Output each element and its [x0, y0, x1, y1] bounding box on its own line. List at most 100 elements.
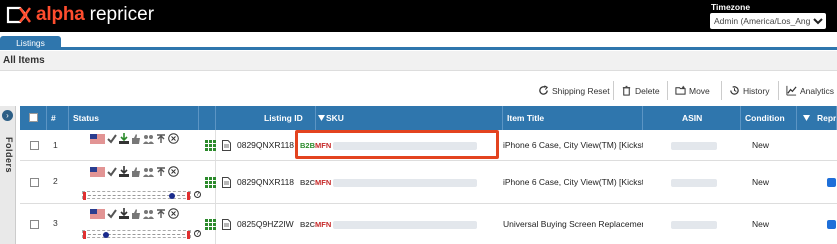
timezone-label: Timezone [711, 2, 751, 12]
column-header-status[interactable]: Status [69, 106, 199, 130]
shipping-reset-label: Shipping Reset [552, 85, 610, 96]
check-icon [107, 166, 117, 177]
thumbs-up-icon [132, 208, 140, 219]
table-row[interactable]: 3 ? 0825Q9HZ2IW B2C MFN Universal Buying… [20, 204, 837, 244]
folder-move-icon [675, 85, 686, 95]
history-button[interactable]: History [729, 82, 769, 99]
listing-id[interactable]: 0825Q9HZ2IW [237, 219, 294, 229]
grid-icon[interactable] [205, 140, 216, 151]
users-icon [143, 209, 154, 219]
price-slider[interactable] [82, 191, 191, 200]
row-number: 3 [53, 218, 58, 228]
fulfillment-badge: MFN [315, 178, 332, 187]
slider-handle[interactable] [169, 193, 175, 199]
condition-value: New [752, 140, 770, 150]
table-row[interactable]: 2 ? 0829QNXR118 B2C MFN iPhone 6 Case, C… [20, 161, 837, 204]
chevron-right-icon[interactable]: › [2, 110, 13, 121]
column-header-sku[interactable]: SKU [322, 106, 503, 130]
column-header-listing-id-label: Listing ID [264, 113, 303, 123]
asin-value-redacted[interactable] [671, 221, 717, 229]
column-header-condition[interactable]: Condition [741, 106, 797, 130]
logo[interactable]: alpha repricer [6, 2, 154, 28]
close-circle-icon [168, 133, 179, 144]
document-icon[interactable] [222, 219, 231, 230]
asin-value-redacted[interactable] [671, 179, 717, 187]
users-icon [143, 167, 154, 177]
sort-caret-icon [803, 115, 810, 121]
toolbar-divider [667, 81, 668, 100]
item-title[interactable]: iPhone 6 Case, City View(TM) [Kickstan..… [503, 140, 643, 150]
thumbs-up-icon [132, 166, 140, 177]
listing-id[interactable]: 0829QNXR118 [237, 140, 294, 150]
listing-id[interactable]: 0829QNXR118 [237, 177, 294, 187]
reprice-checkbox[interactable] [827, 178, 836, 187]
logo-text: repricer [89, 4, 155, 25]
upload-icon [157, 208, 165, 218]
check-icon [107, 208, 117, 219]
row-checkbox[interactable] [30, 141, 39, 150]
download-icon [119, 133, 129, 144]
fulfillment-badge: MFN [315, 220, 332, 229]
timezone-select[interactable]: Admin (America/Los_Ang [710, 13, 826, 29]
slider-min-marker [83, 192, 86, 200]
folders-label: Folders [4, 136, 15, 174]
move-button[interactable]: Move [675, 82, 710, 99]
download-icon [119, 208, 129, 219]
row-checkbox[interactable] [30, 220, 39, 229]
section-header: All Items [0, 51, 837, 71]
slider-max-marker [187, 192, 190, 200]
table-header: # Status Listing ID SKU Item Title ASIN … [20, 106, 837, 130]
slider-max-marker [187, 231, 190, 239]
logo-icon [6, 6, 31, 24]
asin-value-redacted[interactable] [671, 142, 717, 150]
select-all-cell [20, 106, 47, 130]
tab-listings[interactable]: Listings [0, 36, 61, 50]
timezone-value: Admin (America/Los_Ang [714, 16, 811, 26]
us-flag-icon [90, 208, 105, 219]
channel-badge: B2C [300, 220, 316, 229]
grid-icon[interactable] [205, 177, 216, 188]
download-icon [119, 166, 129, 177]
check-icon [107, 133, 117, 144]
page-title: All Items [3, 55, 45, 66]
column-header-listing-id[interactable]: Listing ID [216, 106, 316, 130]
column-header-reprice[interactable]: Repri [813, 106, 837, 130]
document-icon[interactable] [222, 140, 231, 151]
item-title[interactable]: iPhone 6 Case, City View(TM) [Kickstan..… [503, 177, 643, 187]
toolbar-divider [721, 81, 722, 100]
reprice-checkbox[interactable] [827, 220, 836, 229]
slider-handle[interactable] [103, 232, 109, 238]
sku-highlight-box [295, 130, 499, 159]
analytics-button[interactable]: Analytics [786, 82, 834, 99]
thumbs-up-icon [132, 133, 140, 144]
upload-icon [157, 133, 165, 143]
slider-min-marker [83, 231, 86, 239]
top-bar: alpha repricer Timezone Admin (America/L… [0, 0, 837, 32]
column-header-num[interactable]: # [47, 106, 69, 130]
us-flag-icon [90, 133, 105, 144]
row-number: 2 [53, 176, 58, 186]
toolbar: Shipping Reset Delete Move History Analy… [0, 78, 837, 102]
column-header-asin[interactable]: ASIN [643, 106, 741, 130]
condition-value: New [752, 219, 770, 229]
move-label: Move [689, 85, 710, 96]
chevron-down-icon [813, 18, 823, 25]
row-number: 1 [53, 140, 58, 150]
select-all-checkbox[interactable] [29, 113, 38, 122]
analytics-label: Analytics [800, 85, 835, 96]
sku-value-redacted[interactable] [333, 221, 477, 229]
close-circle-icon [168, 208, 179, 219]
folders-sidebar[interactable]: › Folders [0, 106, 16, 244]
sku-value-redacted[interactable] [333, 179, 477, 187]
channel-badge: B2C [300, 178, 316, 187]
price-slider[interactable] [82, 230, 191, 239]
row-checkbox[interactable] [30, 178, 39, 187]
delete-button[interactable]: Delete [621, 82, 660, 99]
shipping-reset-button[interactable]: Shipping Reset [538, 82, 610, 99]
document-icon[interactable] [222, 177, 231, 188]
column-header-asin-label: ASIN [682, 113, 703, 123]
column-header-item-title[interactable]: Item Title [503, 106, 643, 130]
item-title[interactable]: Universal Buying Screen Replacement fo..… [503, 219, 643, 229]
column-header-blank [199, 106, 216, 130]
grid-icon[interactable] [205, 219, 216, 230]
